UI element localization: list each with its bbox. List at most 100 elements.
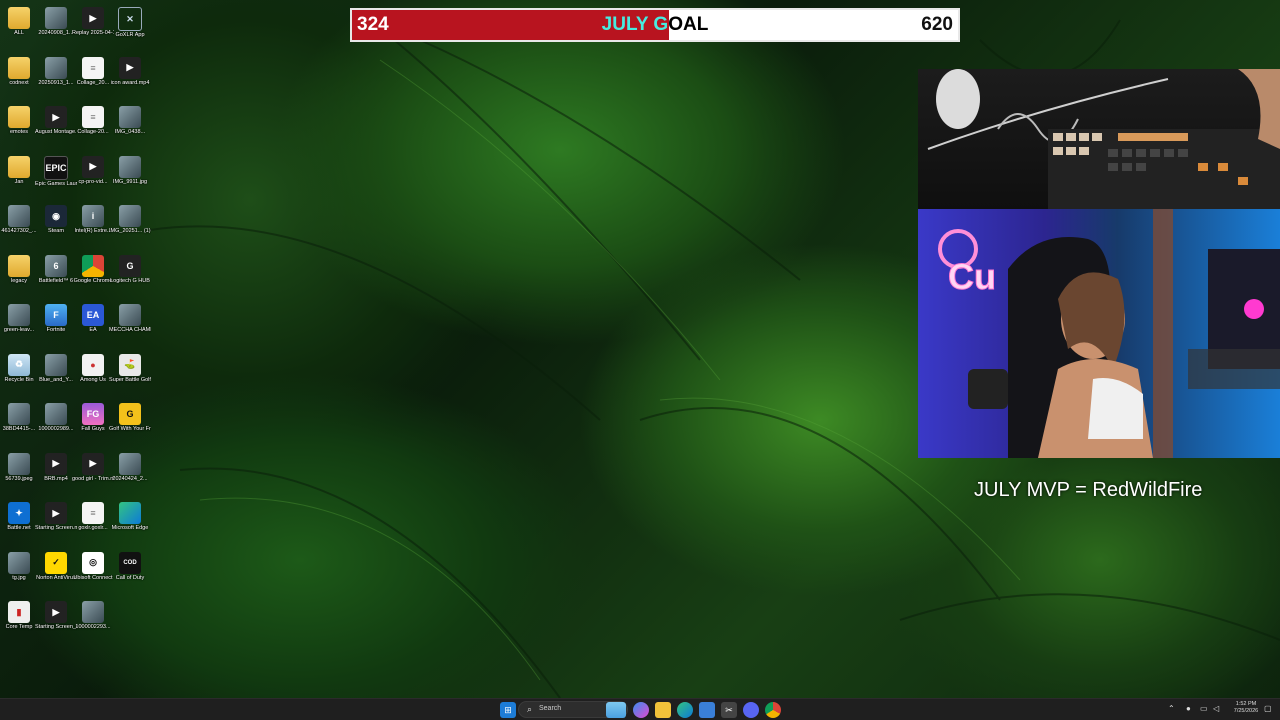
video-icon: ▶ bbox=[82, 155, 104, 178]
desktop-shortcut[interactable]: i Intel(R) Extre... bbox=[74, 203, 112, 251]
desktop-shortcut-label: Recycle Bin bbox=[4, 376, 34, 383]
desktop-shortcut-label: Golf With Your Friends bbox=[109, 426, 151, 432]
image-icon bbox=[8, 205, 30, 227]
desktop-shortcut[interactable]: EPICEpic Games Launcher bbox=[35, 154, 77, 202]
desktop-shortcut[interactable]: ▶Starting Screen.mp4 bbox=[35, 500, 77, 548]
image-icon bbox=[45, 353, 67, 376]
desktop-shortcut[interactable]: ▮ Core Temp bbox=[0, 599, 38, 647]
image-icon bbox=[82, 601, 104, 623]
desktop-shortcut[interactable]: ✓ Norton AntiVirus bbox=[36, 550, 76, 598]
desktop-shortcut[interactable]: IMG_9911.jpg bbox=[111, 154, 149, 202]
desktop-shortcut[interactable]: IMG_20251... (1).webp bbox=[109, 203, 151, 251]
image-icon bbox=[45, 56, 67, 79]
desktop-shortcut[interactable]: 1000002989... bbox=[37, 401, 75, 449]
desktop-shortcut[interactable]: GGolf With Your Friends bbox=[109, 401, 151, 449]
desktop-shortcut[interactable]: ♻ Recycle Bin bbox=[0, 352, 38, 400]
desktop-shortcut[interactable]: 20240424_2... bbox=[111, 451, 149, 499]
desktop-shortcut[interactable]: 6 Battlefield™ 6 bbox=[37, 253, 75, 301]
desktop-shortcut[interactable]: ▶ icon award.mp4 bbox=[111, 55, 149, 103]
desktop-shortcut[interactable]: 1000002293... bbox=[74, 599, 112, 647]
discord-icon[interactable] bbox=[743, 702, 759, 718]
desktop-shortcut[interactable]: ≡ goxlr.goxlr... bbox=[74, 500, 112, 548]
desktop-shortcut[interactable]: ▶ cp-pro-vid... bbox=[74, 154, 112, 202]
desktop-shortcut[interactable]: 20240908_1... bbox=[37, 5, 75, 53]
desktop-shortcut-label: IMG_9911.jpg bbox=[112, 178, 148, 185]
desktop-shortcut-label: Fortnite bbox=[46, 327, 66, 333]
desktop-shortcut[interactable]: ● Among Us bbox=[74, 352, 112, 400]
desktop-shortcut[interactable]: green-leav... bbox=[0, 302, 38, 350]
desktop-icon-grid: ALL20240908_1...▶Replay 2025-04-11...✕Go… bbox=[0, 0, 151, 698]
desktop-shortcut[interactable]: 56739.jpeg bbox=[0, 451, 38, 499]
desktop-shortcut[interactable]: ◉ Steam bbox=[37, 203, 75, 251]
desktop-shortcut-label: 20240908_1... bbox=[38, 30, 74, 36]
desktop-shortcut[interactable]: G Logitech G HUB bbox=[110, 253, 150, 301]
volume-icon[interactable]: ◁ bbox=[1213, 704, 1219, 713]
norton-icon: ✓ bbox=[45, 551, 67, 574]
desktop-shortcut-label: Blue_and_Y... bbox=[39, 376, 73, 383]
desktop-shortcut-label: tg.jpg bbox=[12, 574, 26, 581]
desktop-shortcut-label: Call of Duty bbox=[115, 574, 145, 581]
copilot-icon[interactable] bbox=[633, 702, 649, 718]
desktop-shortcut[interactable]: ✕ GoXLR App bbox=[111, 5, 149, 53]
desktop-shortcut[interactable]: F Fortnite bbox=[37, 302, 75, 350]
desktop-shortcut[interactable]: ◎ Ubisoft Connect bbox=[73, 550, 113, 598]
desktop-shortcut[interactable]: 20250913_1... bbox=[37, 55, 75, 103]
desktop-shortcut[interactable]: emotes bbox=[0, 104, 38, 152]
desktop-shortcut-label: goxlr.goxlr... bbox=[78, 525, 108, 531]
desktop-shortcut[interactable]: ALL bbox=[0, 5, 38, 53]
file-explorer-icon[interactable] bbox=[655, 702, 671, 718]
desktop-shortcut[interactable]: ▶ BRB.mp4 bbox=[37, 451, 75, 499]
desktop-shortcut[interactable]: ▶ August Montage... bbox=[35, 104, 77, 152]
desktop-shortcut[interactable]: codnext bbox=[0, 55, 38, 103]
video-icon: ▶ bbox=[45, 601, 67, 623]
desktop-shortcut-label: Logitech G HUB bbox=[110, 277, 150, 284]
start-icon[interactable]: ⊞ bbox=[500, 702, 516, 718]
desktop-shortcut[interactable]: tg.jpg bbox=[0, 550, 38, 598]
desktop-shortcut[interactable]: IMG_0438... bbox=[111, 104, 149, 152]
desktop-shortcut-label: icon award.mp4 bbox=[110, 79, 150, 86]
search-icon: ⌕ bbox=[527, 704, 533, 714]
desktop-shortcut[interactable]: ▶Starting Screen_cp_... bbox=[35, 599, 77, 647]
snipping-icon[interactable]: ✂ bbox=[721, 702, 737, 718]
desktop-shortcut-label: Jan bbox=[14, 178, 24, 185]
image-icon bbox=[119, 106, 141, 128]
desktop-shortcut[interactable]: ≡ Collage-20... bbox=[74, 104, 112, 152]
video-icon: ▶ bbox=[82, 7, 104, 29]
desktop-shortcut-label: green-leav... bbox=[3, 327, 35, 333]
desktop-shortcut-label: Steam bbox=[48, 228, 64, 234]
desktop-shortcut[interactable]: Jan bbox=[0, 154, 38, 202]
desktop-shortcut[interactable]: legacy bbox=[0, 253, 38, 301]
store-icon[interactable] bbox=[699, 702, 715, 718]
desktop-shortcut[interactable]: ✦ Battle.net bbox=[0, 500, 38, 548]
taskbar-clock[interactable]: 1:52 PM 7/25/2026 bbox=[1228, 701, 1264, 715]
network-icon[interactable]: ▭ bbox=[1200, 704, 1208, 713]
desktop-shortcut-label: 461427302_... bbox=[1, 228, 37, 234]
desktop-shortcut[interactable]: ▶Replay 2025-04-11... bbox=[72, 5, 114, 53]
edge-icon[interactable] bbox=[677, 702, 693, 718]
desktop-shortcut[interactable]: ▶good girl - Trim.mp4 bbox=[72, 451, 114, 499]
desktop-shortcut-label: August Montage... bbox=[35, 129, 77, 135]
video-icon: ▶ bbox=[45, 502, 67, 524]
desktop-shortcut[interactable]: 38BD4415-... bbox=[0, 401, 38, 449]
desktop-shortcut[interactable]: Google Chrome bbox=[74, 253, 112, 301]
chrome-icon[interactable] bbox=[765, 702, 781, 718]
video-icon: ▶ bbox=[45, 452, 67, 475]
tray-overflow-icon[interactable]: ⌃ bbox=[1168, 704, 1175, 713]
desktop-shortcut[interactable]: Blue_and_Y... bbox=[37, 352, 75, 400]
document-icon: ≡ bbox=[82, 106, 104, 128]
desktop-shortcut[interactable]: ⛳ Super Battle Golf bbox=[109, 352, 151, 400]
desktop-shortcut[interactable]: MECCHA CHAMELE... bbox=[109, 302, 151, 350]
desktop-shortcut[interactable]: Microsoft Edge bbox=[111, 500, 149, 548]
desktop-shortcut-label: good girl - Trim.mp4 bbox=[72, 475, 114, 482]
desktop-shortcut[interactable]: FG Fall Guys bbox=[74, 401, 112, 449]
golf-icon: ⛳ bbox=[119, 353, 141, 376]
microphone-icon[interactable]: ● bbox=[1186, 704, 1191, 713]
widgets-icon[interactable] bbox=[606, 702, 626, 718]
notification-icon[interactable]: ▢ bbox=[1264, 704, 1272, 713]
video-icon: ▶ bbox=[119, 56, 141, 79]
desktop-shortcut-label: Replay 2025-04-11... bbox=[72, 30, 114, 36]
desktop-shortcut[interactable]: 461427302_... bbox=[0, 203, 38, 251]
desktop-shortcut[interactable]: COD Call of Duty bbox=[111, 550, 149, 598]
desktop-shortcut[interactable]: ≡ Collage_20... bbox=[74, 55, 112, 103]
desktop-shortcut[interactable]: EA EA bbox=[74, 302, 112, 350]
